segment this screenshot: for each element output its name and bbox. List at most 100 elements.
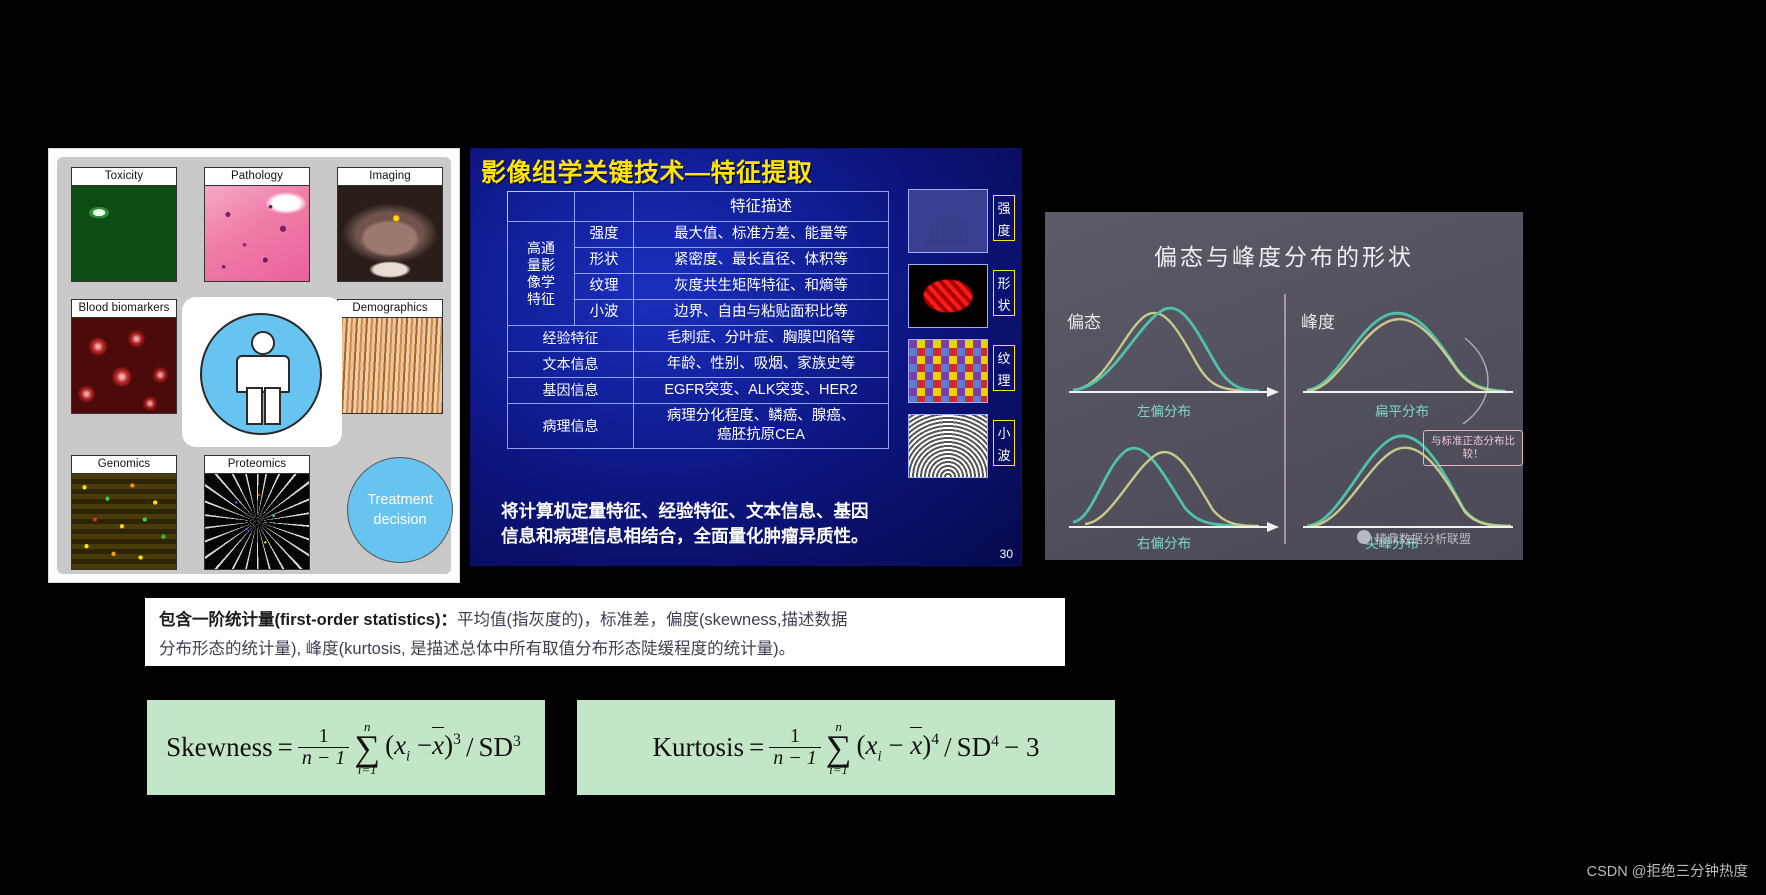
description-line-1-bold: 包含一阶统计量(first-order statistics)： (159, 611, 457, 629)
kurtosis-formula-name: Kurtosis (652, 732, 745, 762)
sigma-icon: ∑ (825, 727, 852, 768)
omics-label-pathology: Pathology (204, 167, 310, 186)
table-cell-group-highthroughput: 高通 量影 像学 特征 (507, 221, 575, 326)
omics-label-proteomics: Proteomics (204, 455, 310, 474)
texture-matrix-thumbnail (908, 339, 988, 403)
table-row: 病理信息 病理分化程度、鳞癌、腺癌、 癌胚抗原CEA (507, 403, 889, 449)
slide-summary: 将计算机定量特征、经验特征、文本信息、基因 信息和病理信息相结合，全面量化肿瘤异… (501, 499, 1001, 549)
slide-summary-line2: 信息和病理信息相结合，全面量化肿瘤异质性。 (501, 526, 869, 546)
description-line-2: 分布形态的统计量), 峰度(kurtosis, 是描述总体中所有取值分布形态陡缓… (159, 640, 796, 658)
table-header-blank (507, 191, 575, 222)
kurtosis-summation-bottom: i=1 (829, 761, 849, 777)
skewness-power: 3 (453, 730, 461, 748)
slide-summary-line1: 将计算机定量特征、经验特征、文本信息、基因 (501, 501, 869, 521)
patient-hub (182, 297, 342, 447)
kurtosis-section-label: 峰度 (1301, 313, 1335, 332)
skewness-summation-bottom: i=1 (357, 761, 377, 777)
table-header-description: 特征描述 (633, 191, 889, 222)
thumbnail-label-texture: 纹理 (993, 345, 1015, 391)
omics-cell-genomics: Genomics (71, 455, 177, 570)
table-cell-sub-shape: 形状 (574, 247, 634, 274)
omics-cell-blood-biomarkers: Blood biomarkers (71, 299, 177, 414)
omics-label-genomics: Genomics (71, 455, 177, 474)
distribution-shapes-figure: 偏态与峰度分布的形状 偏态 峰度 左偏分布 右偏分布 扁平分布 尖峰分布 与标准… (1045, 212, 1523, 560)
shape-3d-render (909, 265, 987, 327)
treatment-decision-node: Treatment decision (347, 457, 453, 563)
note-connector-arrow (1462, 337, 1489, 425)
histogram-thumbnail (908, 189, 988, 253)
skewness-formula-equals: = (277, 732, 293, 762)
table-cell-group-text: 文本信息 (507, 351, 634, 378)
table-cell-sub-intensity: 强度 (574, 221, 634, 248)
kurtosis-denominator: SD4 (956, 732, 999, 762)
skewness-formula-name: Skewness (166, 732, 273, 762)
curve-group-right-skew (1069, 446, 1279, 532)
radiomics-feature-slide: 影像组学关键技术—特征提取 特征描述 高通 量影 像学 特征 强度 最大值、标准方差、… (470, 148, 1022, 566)
imaging-image (337, 186, 443, 282)
table-cell-group-genetic: 基因信息 (507, 377, 634, 404)
description-line-1-rest: 平均值(指灰度的)，标准差，偏度(skewness,描述数据 (456, 611, 848, 629)
csdn-watermark: CSDN @拒绝三分钟热度 (1586, 864, 1748, 880)
omics-label-blood-biomarkers: Blood biomarkers (71, 299, 177, 318)
shape-3d-thumbnail (908, 264, 988, 328)
table-cell-desc-shape: 紧密度、最长直径、体积等 (633, 247, 889, 274)
omics-label-toxicity: Toxicity (71, 167, 177, 186)
skewness-summation: n ∑ i=1 (354, 720, 380, 776)
table-header-blank2 (574, 191, 634, 222)
table-cell-desc-experience: 毛刺症、分叶症、胸膜凹陷等 (633, 325, 889, 352)
kurtosis-fraction-numerator: 1 (790, 724, 801, 747)
kurtosis-slash: / (944, 732, 952, 762)
omics-label-demographics: Demographics (337, 299, 443, 318)
blood-biomarkers-image (71, 318, 177, 414)
table-cell-desc-genetic: EGFR突变、ALK突变、HER2 (633, 377, 889, 404)
slide-page-number: 30 (999, 547, 1013, 561)
person-leg-left-icon (246, 387, 263, 425)
wavelet-thumbnail (908, 414, 988, 478)
kurtosis-tail: − 3 (1003, 732, 1040, 762)
pathology-image (204, 186, 310, 282)
skewness-fraction: 1 n − 1 (297, 724, 350, 770)
table-cell-sub-wavelet: 小波 (574, 299, 634, 326)
thumbnail-label-wavelet: 小波 (993, 420, 1015, 466)
kurtosis-fraction: 1 n − 1 (769, 724, 821, 770)
omics-cell-toxicity: Toxicity (71, 167, 177, 282)
feature-table: 特征描述 高通 量影 像学 特征 强度 最大值、标准方差、能量等 形状 紧密度、最长直… (507, 191, 889, 449)
slide-title: 影像组学关键技术—特征提取 (481, 159, 813, 187)
table-row: 文本信息 年龄、性别、吸烟、家族史等 (507, 351, 889, 378)
skewness-denominator: SD3 (478, 732, 521, 762)
first-order-statistics-description: 包含一阶统计量(first-order statistics)：平均值(指灰度的… (145, 598, 1065, 666)
omics-cell-proteomics: Proteomics (204, 455, 310, 570)
treatment-decision-line1: Treatment (367, 492, 433, 508)
sigma-icon: ∑ (354, 727, 381, 768)
demographics-image (337, 318, 443, 414)
distribution-title: 偏态与峰度分布的形状 (1154, 245, 1414, 270)
table-cell-group-pathology: 病理信息 (507, 403, 634, 449)
table-cell-desc-texture: 灰度共生矩阵特征、和熵等 (633, 273, 889, 300)
proteomics-image (204, 474, 310, 570)
caption-flat: 扁平分布 (1375, 404, 1429, 419)
kurtosis-power: 4 (931, 730, 940, 748)
comparison-note: 与标准正态分布比较！ (1423, 430, 1523, 466)
omics-cell-demographics: Demographics (337, 299, 443, 414)
kurtosis-fraction-denominator: n − 1 (773, 747, 817, 770)
person-body-icon (236, 355, 290, 393)
skewness-formula-box: Skewness = 1 n − 1 n ∑ i=1 (xi −x)3 / SD… (147, 700, 545, 795)
treatment-decision-line2: decision (373, 512, 427, 528)
table-cell-desc-pathology: 病理分化程度、鳞癌、腺癌、 癌胚抗原CEA (633, 403, 889, 449)
distribution-divider (1284, 294, 1286, 544)
person-head-icon (251, 331, 275, 355)
omics-inner-board: Toxicity Pathology Imaging Blood biomark… (57, 157, 453, 574)
table-row: 基因信息 EGFR突变、ALK突变、HER2 (507, 377, 889, 404)
table-row-header: 特征描述 (507, 191, 889, 222)
skewness-fraction-numerator: 1 (318, 724, 329, 747)
kurtosis-formula: Kurtosis = 1 n − 1 n ∑ i=1 (xi − x)4 / S… (653, 720, 1040, 776)
skewness-formula: Skewness = 1 n − 1 n ∑ i=1 (xi −x)3 / SD… (166, 720, 526, 776)
skewness-term: (xi −x)3 (385, 726, 461, 765)
description-line-1: 包含一阶统计量(first-order statistics)：平均值(指灰度的… (159, 606, 1051, 635)
omics-cell-imaging: Imaging (337, 167, 443, 282)
skewness-fraction-denominator: n − 1 (301, 747, 346, 770)
table-cell-desc-wavelet: 边界、自由与粘贴面积比等 (633, 299, 889, 326)
genomics-image (71, 474, 177, 570)
skewness-denominator-power: 3 (513, 733, 521, 750)
table-cell-desc-text: 年龄、性别、吸烟、家族史等 (633, 351, 889, 378)
